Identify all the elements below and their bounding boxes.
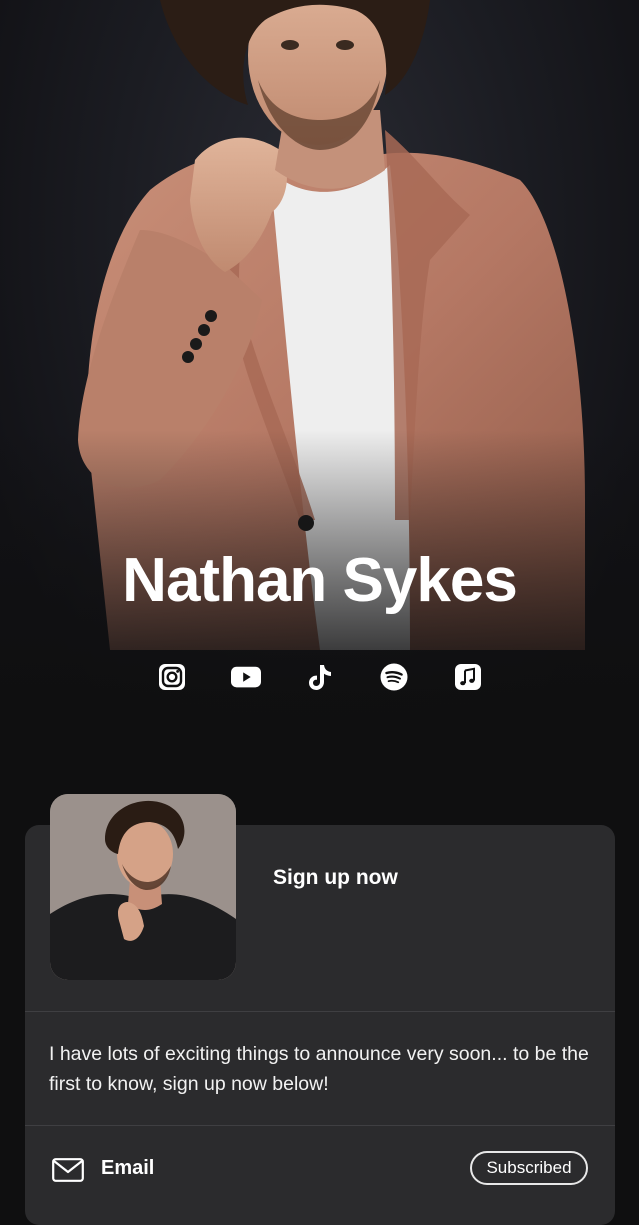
email-signup-row[interactable]: Email Subscribed (25, 1126, 615, 1200)
hero-section (0, 0, 639, 760)
instagram-icon[interactable] (157, 662, 187, 692)
tiktok-icon[interactable] (305, 662, 335, 692)
social-links (0, 662, 639, 692)
artist-name: Nathan Sykes (122, 546, 518, 615)
card-divider (25, 1011, 615, 1012)
signup-card-description: I have lots of exciting things to announ… (49, 1043, 589, 1095)
spotify-icon[interactable] (379, 662, 409, 692)
youtube-icon[interactable] (230, 662, 261, 692)
apple-music-icon[interactable] (453, 662, 483, 692)
signup-card-thumbnail (50, 794, 236, 980)
email-label: Email (101, 1157, 155, 1179)
subscribed-button[interactable]: Subscribed (470, 1151, 588, 1185)
mail-icon (52, 1158, 84, 1182)
signup-card-title: Sign up now (273, 866, 398, 889)
